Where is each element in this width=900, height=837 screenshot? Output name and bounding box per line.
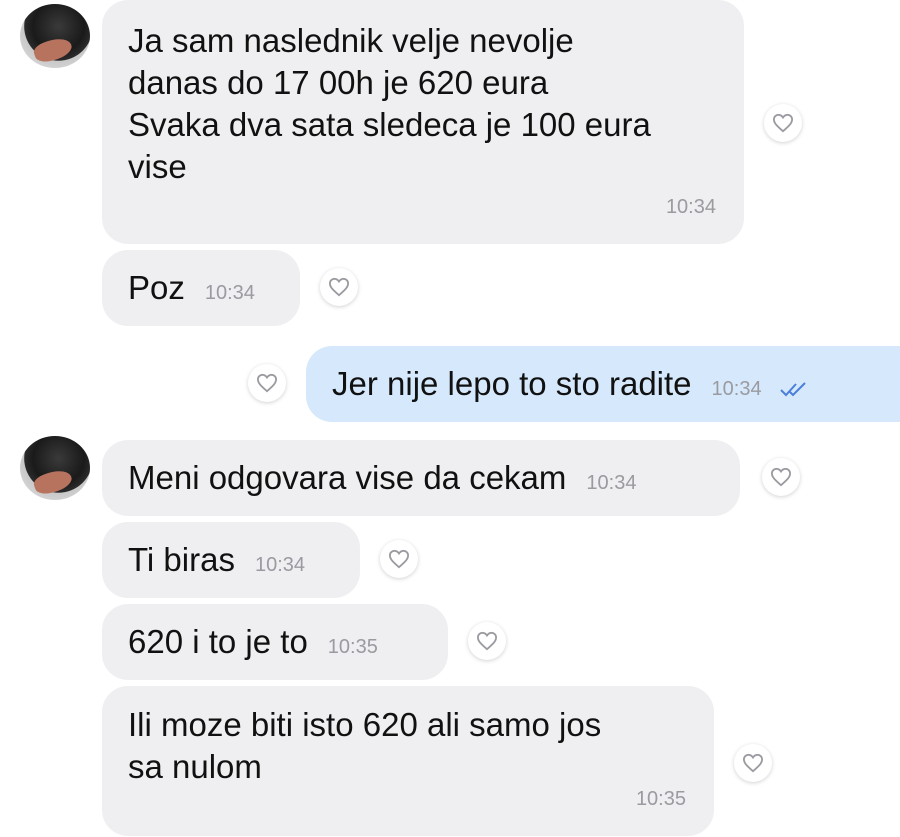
message-timestamp: 10:35	[327, 636, 378, 658]
incoming-message-bubble[interactable]: Poz 10:34	[102, 250, 300, 326]
outgoing-message-bubble[interactable]: Jer nije lepo to sto radite 10:34	[306, 346, 900, 422]
message-text: Ti biras	[128, 541, 235, 578]
incoming-message-bubble[interactable]: Meni odgovara vise da cekam 10:34	[102, 440, 740, 516]
heart-outline-icon[interactable]	[380, 540, 418, 578]
incoming-message-bubble[interactable]: Ja sam naslednik velje nevolje danas do …	[102, 0, 744, 244]
message-text: Poz	[128, 269, 185, 306]
heart-outline-icon[interactable]	[762, 458, 800, 496]
incoming-message-bubble[interactable]: 620 i to je to 10:35	[102, 604, 448, 680]
message-timestamp: 10:35	[635, 788, 686, 810]
message-text: Ili moze biti isto 620 ali samo jos sa n…	[128, 706, 602, 785]
message-text: Ja sam naslednik velje nevolje danas do …	[128, 22, 651, 185]
heart-outline-icon[interactable]	[734, 744, 772, 782]
message-text: Jer nije lepo to sto radite	[332, 365, 692, 402]
incoming-message-bubble[interactable]: Ti biras 10:34	[102, 522, 360, 598]
double-check-icon	[779, 365, 809, 407]
heart-outline-icon[interactable]	[764, 104, 802, 142]
message-timestamp: 10:34	[711, 378, 762, 400]
message-timestamp: 10:34	[254, 554, 306, 576]
heart-outline-icon[interactable]	[320, 268, 358, 306]
message-text: 620 i to je to	[128, 623, 308, 660]
contact-avatar[interactable]	[20, 4, 90, 68]
heart-outline-icon[interactable]	[468, 622, 506, 660]
heart-outline-icon[interactable]	[248, 364, 286, 402]
incoming-message-bubble[interactable]: Ili moze biti isto 620 ali samo jos sa n…	[102, 686, 714, 836]
message-timestamp: 10:34	[586, 472, 637, 494]
message-timestamp: 10:34	[204, 282, 255, 304]
contact-avatar[interactable]	[20, 436, 90, 500]
message-timestamp: 10:34	[665, 196, 716, 218]
message-text: Meni odgovara vise da cekam	[128, 459, 567, 496]
